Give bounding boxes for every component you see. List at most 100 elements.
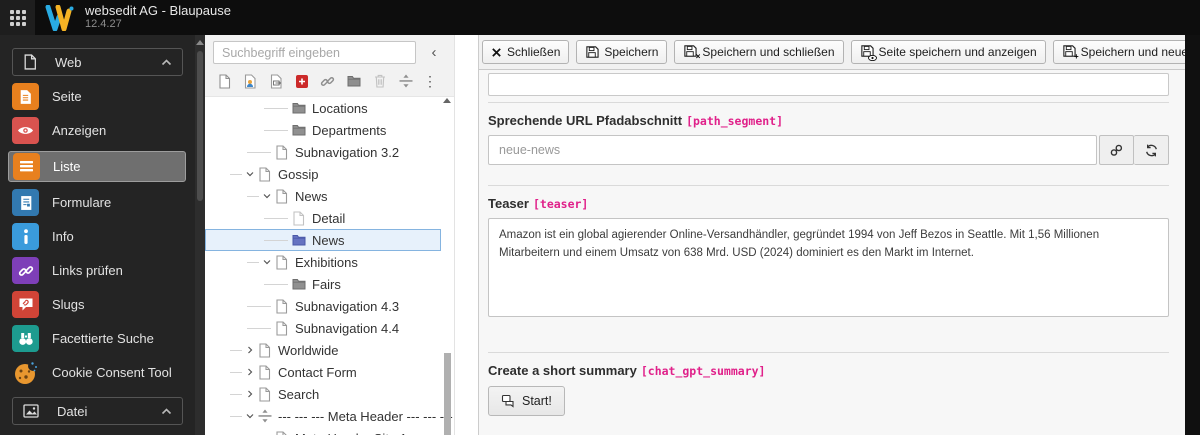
tree-search-input[interactable] <box>213 41 416 64</box>
image-outline-icon <box>23 404 39 418</box>
chevron-down-icon[interactable] <box>244 169 256 179</box>
tree-connector <box>230 371 242 373</box>
sidebar-scrollbar[interactable] <box>195 35 205 435</box>
path-segment-input[interactable] <box>488 135 1097 165</box>
split-divider-icon[interactable] <box>397 73 414 90</box>
page-icon <box>258 166 272 182</box>
sidebar-item-liste[interactable]: Liste <box>8 151 186 182</box>
chain-icon <box>12 257 39 284</box>
chevron-down-icon[interactable] <box>261 191 273 201</box>
sidebar-item-slugs[interactable]: Slugs <box>0 291 195 318</box>
tree-item-departments[interactable]: Departments <box>205 119 441 141</box>
tree-item-subnavigation-3-2[interactable]: Subnavigation 3.2 <box>205 141 441 163</box>
tree-item-contact-form[interactable]: Contact Form <box>205 361 441 383</box>
button-label: Speichern und schließen <box>702 45 835 59</box>
tree-item-locations[interactable]: Locations <box>205 97 441 119</box>
folder-gray-icon <box>292 124 306 136</box>
tree-item-meta-header-site-1[interactable]: Meta Header Site 1 <box>205 427 441 435</box>
teaser-textarea[interactable]: Amazon ist ein global agierender Online-… <box>488 218 1169 317</box>
tree-menu-button[interactable]: ⋮ <box>423 74 437 88</box>
sidebar-item-cookie-consent-tool[interactable]: Cookie Consent Tool <box>0 359 195 386</box>
tree-connector <box>247 305 271 307</box>
app-title: websedit AG - Blaupause <box>85 3 231 18</box>
refresh-icon <box>1144 143 1159 158</box>
info-icon <box>12 223 39 250</box>
page-forward-icon[interactable] <box>268 73 285 90</box>
cookie-icon <box>12 359 39 386</box>
trash-icon[interactable] <box>371 73 388 90</box>
tree-item-worldwide[interactable]: Worldwide <box>205 339 441 361</box>
speichern-button[interactable]: Speichern <box>576 40 668 64</box>
chevron-down-icon[interactable] <box>261 257 273 267</box>
collapse-panel-button[interactable]: ‹ <box>422 42 446 64</box>
sidebar-item-label: Liste <box>53 159 81 174</box>
tree-connector <box>264 217 288 219</box>
sidebar-scroll-thumb[interactable] <box>197 51 203 201</box>
chevron-up-icon <box>161 407 172 415</box>
tree-item-label: Gossip <box>278 166 319 182</box>
page-icon <box>12 83 39 110</box>
page-outline-icon <box>23 54 37 70</box>
page-user-icon[interactable] <box>242 73 259 90</box>
tree-item-search[interactable]: Search <box>205 383 441 405</box>
speichern-und-schlie-en-button[interactable]: × Speichern und schließen <box>674 40 844 64</box>
tree-scroll-up-icon[interactable] <box>443 98 451 103</box>
form-icon <box>12 189 39 216</box>
tree-item-label: Meta Header Site 1 <box>295 431 407 435</box>
link-icon[interactable] <box>320 73 337 90</box>
sidebar-item-links-pr-fen[interactable]: Links prüfen <box>0 257 195 284</box>
tree-item-news[interactable]: News <box>205 229 441 251</box>
button-label: Speichern <box>604 45 659 59</box>
tree-connector <box>247 261 259 263</box>
refresh-slug-button[interactable] <box>1134 135 1169 165</box>
sidebar-item-label: Anzeigen <box>52 123 107 138</box>
tree-item-exhibitions[interactable]: Exhibitions <box>205 251 441 273</box>
chatgpt-start-button[interactable]: Start! <box>488 386 565 416</box>
page-icon <box>275 144 289 160</box>
right-edge-strip <box>1185 35 1200 435</box>
page-tree-panel: ‹ ⋮ Locations Departments Subnavigation 3.… <box>205 35 455 435</box>
apps-grid-button[interactable] <box>0 0 35 35</box>
cropped-field-above[interactable] <box>488 73 1169 96</box>
sidebar-group-datei[interactable]: Datei <box>12 397 183 425</box>
chevron-right-icon[interactable] <box>244 367 256 377</box>
speichern-und-neue-erstellen-button[interactable]: +Speichern und neue erstellen <box>1052 40 1185 64</box>
button-label: Schließen <box>507 45 561 59</box>
page-add-red-icon[interactable] <box>294 73 311 90</box>
tree-item-label: Exhibitions <box>295 254 358 270</box>
tree-item-label: Contact Form <box>278 364 357 380</box>
summary-code: [chat_gpt_summary] <box>640 364 766 378</box>
tree-connector <box>247 151 271 153</box>
tree-item-detail[interactable]: Detail <box>205 207 441 229</box>
sidebar-group-web[interactable]: Web <box>12 48 183 76</box>
schlie-en-button[interactable]: Schließen <box>482 40 570 64</box>
seite-speichern-und-anzeigen-button[interactable]: Seite speichern und anzeigen <box>850 40 1046 64</box>
sidebar-item-formulare[interactable]: Formulare <box>0 189 195 216</box>
generate-slug-button[interactable] <box>1099 135 1134 165</box>
sidebar-item-seite[interactable]: Seite <box>0 83 195 110</box>
sidebar-item-anzeigen[interactable]: Anzeigen <box>0 117 195 144</box>
sidebar-item-facettierte-suche[interactable]: Facettierte Suche <box>0 325 195 352</box>
tree-item-label: Fairs <box>312 276 341 292</box>
sidebar: Web Seite Anzeigen Liste Formulare Info Links … <box>0 35 195 435</box>
tree-item-subnavigation-4-3[interactable]: Subnavigation 4.3 <box>205 295 441 317</box>
tree-scroll-thumb[interactable] <box>444 353 451 435</box>
sidebar-item-info[interactable]: Info <box>0 223 195 250</box>
tree-item-subnavigation-4-4[interactable]: Subnavigation 4.4 <box>205 317 441 339</box>
tree-item-gossip[interactable]: Gossip <box>205 163 441 185</box>
chevron-right-icon[interactable] <box>244 345 256 355</box>
chevron-down-icon[interactable] <box>244 411 256 421</box>
section-divider <box>488 352 1169 353</box>
button-label: Speichern und neue erstellen <box>1080 45 1185 59</box>
eye-icon <box>12 117 39 144</box>
folder-icon[interactable] <box>345 73 362 90</box>
new-page-icon[interactable] <box>216 73 233 90</box>
tree-item-label: Subnavigation 4.3 <box>295 298 400 314</box>
save-icon <box>585 45 600 59</box>
sidebar-item-label: Cookie Consent Tool <box>52 365 172 380</box>
tree-item-meta-header[interactable]: --- --- --- Meta Header --- --- --- <box>205 405 453 427</box>
tree-item-fairs[interactable]: Fairs <box>205 273 441 295</box>
tree-item-news[interactable]: News <box>205 185 441 207</box>
chevron-right-icon[interactable] <box>244 389 256 399</box>
editor-content: Sprechende URL Pfadabschnitt [path_segmen… <box>479 70 1185 435</box>
